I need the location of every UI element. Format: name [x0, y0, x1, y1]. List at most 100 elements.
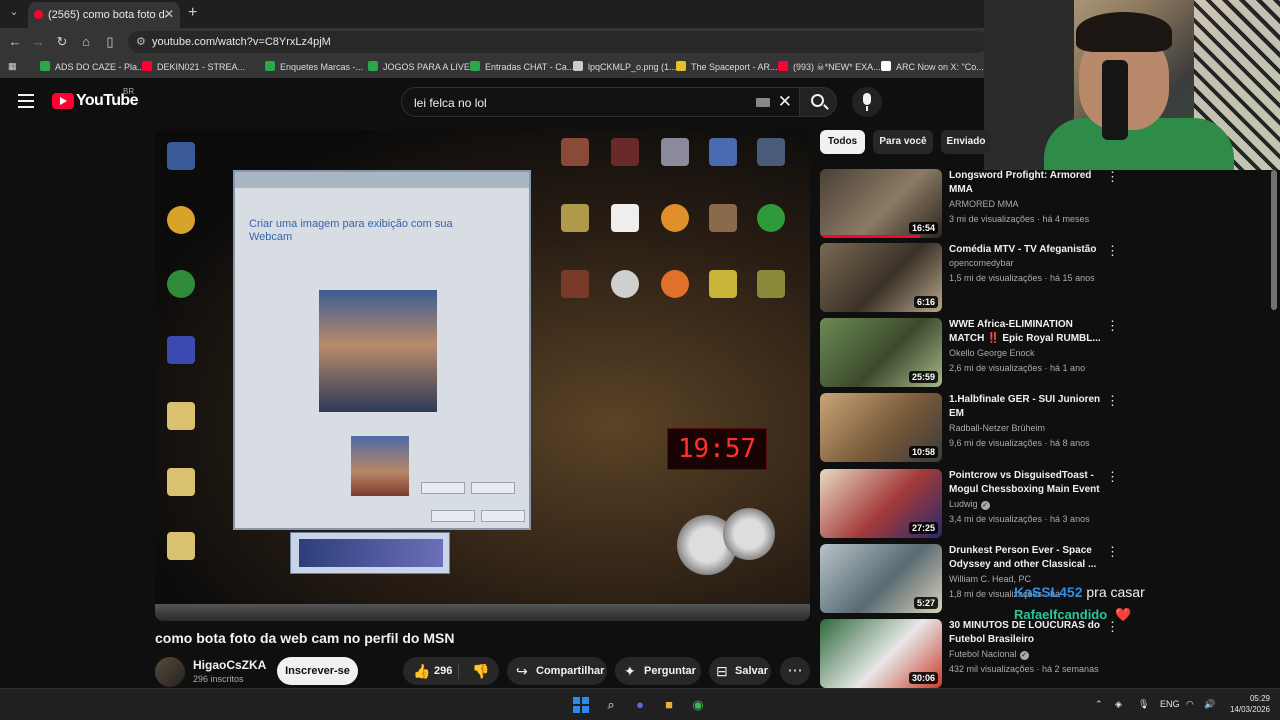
reload-icon[interactable]: ↻	[54, 34, 70, 50]
menu-icon[interactable]	[18, 94, 34, 108]
bookmark-5[interactable]: lpqCKMLP_o.png (1...	[573, 61, 677, 72]
file-explorer-icon[interactable]: ■	[660, 696, 678, 714]
more-options-icon[interactable]: ⋮	[1106, 169, 1119, 185]
channel-avatar[interactable]	[155, 657, 185, 687]
recommendation-item[interactable]: 6:16 Comédia MTV - TV Afeganistão opencome…	[820, 243, 1120, 315]
bookmark-7[interactable]: (993) ☠*NEW* EXA...	[778, 61, 881, 73]
desktop-icon	[611, 138, 639, 166]
windows-start-icon[interactable]	[573, 697, 589, 713]
omnibox[interactable]: ⚙ youtube.com/watch?v=C8YrxLz4pjM	[128, 31, 988, 53]
chrome-icon[interactable]: ◉	[689, 696, 707, 714]
video-thumbnail[interactable]: 16:54	[820, 169, 942, 238]
heart-icon: ❤️	[1115, 607, 1132, 622]
chat-message: KaSSL452 pra casar	[1014, 584, 1145, 600]
recommendation-item[interactable]: 10:58 1.Halbfinale GER - SUI Junioren EM R…	[820, 393, 1120, 465]
bookmark-2[interactable]: Enquetes Marcas -...	[265, 61, 363, 72]
apps-icon[interactable]: ▦	[8, 61, 17, 72]
recommendation-channel[interactable]: opencomedybar	[949, 258, 1014, 268]
recommendation-title[interactable]: 30 MINUTOS DE LOUCURAS do Futebol Brasil…	[949, 619, 1104, 647]
more-options-icon[interactable]: ⋮	[1106, 393, 1119, 409]
language-indicator[interactable]: ENG	[1160, 699, 1180, 709]
recommendation-channel[interactable]: Okello George Enock	[949, 348, 1035, 358]
bookmark-4[interactable]: Entradas CHAT - Ca...	[470, 61, 574, 72]
voice-search-icon[interactable]	[852, 87, 882, 117]
recommendation-item[interactable]: 27:25 Pointcrow vs DisguisedToast - Mogul…	[820, 469, 1120, 541]
bookmark-8[interactable]: ARC Now on X: "Co...	[881, 61, 984, 72]
recommendation-title[interactable]: 1.Halbfinale GER - SUI Junioren EM	[949, 393, 1104, 421]
chip-para-voce[interactable]: Para você	[873, 130, 933, 154]
bookmark-6[interactable]: The Spaceport - AR...	[676, 61, 778, 72]
wifi-icon[interactable]: ◠	[1186, 699, 1194, 710]
bookmark-3[interactable]: JOGOS PARA A LIVE...	[368, 61, 477, 72]
share-label: Compartilhar	[536, 665, 605, 677]
back-icon[interactable]: ←	[7, 34, 23, 50]
chip-todos[interactable]: Todos	[820, 130, 865, 154]
ask-button[interactable]: ✦ Perguntar	[615, 657, 701, 685]
bookmark-0[interactable]: ADS DO CAZE - Pla...	[40, 61, 145, 72]
new-tab-button[interactable]: +	[188, 4, 197, 22]
site-info-icon[interactable]: ⚙	[136, 35, 146, 48]
desktop-icon	[167, 336, 195, 364]
video-thumbnail[interactable]: 30:06	[820, 619, 942, 688]
recommendation-title[interactable]: WWE Africa-ELIMINATION MATCH ‼️ Epic Roy…	[949, 318, 1104, 346]
video-thumbnail[interactable]: 27:25	[820, 469, 942, 538]
video-thumbnail[interactable]: 10:58	[820, 393, 942, 462]
system-clock[interactable]: 05:29 14/03/2026	[1226, 693, 1270, 715]
split-view-icon[interactable]: ▯	[102, 34, 118, 50]
forward-icon[interactable]: →	[30, 34, 46, 50]
mic-tray-icon[interactable]: 🎙	[1138, 699, 1149, 710]
save-button[interactable]: ⊟ Salvar	[709, 657, 771, 685]
chip-enviado[interactable]: Enviado	[941, 130, 991, 154]
url-text[interactable]: youtube.com/watch?v=C8YrxLz4pjM	[152, 36, 331, 48]
channel-name[interactable]: HigaoCsZKA	[193, 658, 266, 672]
video-duration: 27:25	[908, 522, 938, 534]
video-thumbnail[interactable]: 25:59	[820, 318, 942, 387]
browser-tab-active[interactable]: (2565) como bota foto da web... ✕	[28, 2, 180, 28]
video-thumbnail[interactable]: 6:16	[820, 243, 942, 312]
recommendation-meta: 432 mil visualizações · há 2 semanas	[949, 664, 1099, 674]
recommendation-title[interactable]: Comédia MTV - TV Afeganistão	[949, 243, 1104, 257]
recommendation-channel[interactable]: Ludwig ✓	[949, 499, 990, 510]
tab-list-icon[interactable]: ⌄	[6, 5, 22, 21]
recommendation-channel[interactable]: William C. Head, PC	[949, 574, 1031, 584]
dislike-icon[interactable]: 👎	[472, 657, 489, 685]
recommendation-item[interactable]: 5:27 Drunkest Person Ever - Space Odyssey…	[820, 544, 1120, 616]
more-options-icon[interactable]: ⋮	[1106, 318, 1119, 334]
network-tray-icon[interactable]: ◈	[1115, 699, 1122, 710]
search-input[interactable]: lei felca no lol ✕	[401, 87, 801, 117]
recommendation-title[interactable]: Drunkest Person Ever - Space Odyssey and…	[949, 544, 1104, 572]
recommendation-meta: 9,6 mi de visualizações · há 8 anos	[949, 438, 1090, 448]
bookmark-icon	[778, 61, 788, 71]
video-player[interactable]: Criar uma imagem para exibição com sua W…	[155, 130, 810, 621]
clear-search-icon[interactable]: ✕	[778, 92, 792, 112]
volume-icon[interactable]: 🔊	[1204, 699, 1215, 710]
like-icon[interactable]: 👍	[413, 657, 430, 685]
keyboard-icon[interactable]	[756, 98, 770, 107]
home-icon[interactable]: ⌂	[78, 34, 94, 50]
scrollbar[interactable]	[1271, 170, 1277, 310]
subscribe-button[interactable]: Inscrever-se	[277, 657, 358, 685]
recommendation-channel[interactable]: Radball-Netzer Brüheim	[949, 423, 1045, 433]
share-button[interactable]: ↪ Compartilhar	[507, 657, 607, 685]
search-icon[interactable]: ⌕	[602, 696, 620, 714]
more-options-icon[interactable]: ⋮	[1106, 243, 1119, 259]
more-actions-icon[interactable]: ⋯	[780, 657, 810, 685]
recommendation-title[interactable]: Longsword Profight: Armored MMA	[949, 169, 1104, 197]
discord-icon[interactable]: ●	[631, 696, 649, 714]
more-options-icon[interactable]: ⋮	[1106, 469, 1119, 485]
recommendation-title[interactable]: Pointcrow vs DisguisedToast - Mogul Ches…	[949, 469, 1104, 497]
tab-close-icon[interactable]: ✕	[164, 7, 174, 21]
search-button[interactable]	[799, 87, 837, 117]
recommendation-channel[interactable]: ARMORED MMA	[949, 199, 1019, 209]
video-thumbnail[interactable]: 5:27	[820, 544, 942, 613]
tray-chevron-icon[interactable]: ⌃	[1095, 699, 1103, 710]
recommendation-item[interactable]: 25:59 WWE Africa-ELIMINATION MATCH ‼️ Epi…	[820, 318, 1120, 390]
search-query[interactable]: lei felca no lol	[414, 96, 487, 110]
bookmark-1[interactable]: DEKIN021 - STREA...	[142, 61, 245, 72]
recommendation-item[interactable]: 16:54 Longsword Profight: Armored MMA ARMO…	[820, 169, 1120, 241]
recommendation-channel[interactable]: Futebol Nacional ✓	[949, 649, 1029, 660]
more-options-icon[interactable]: ⋮	[1106, 544, 1119, 560]
desktop-icon	[167, 468, 195, 496]
like-count[interactable]: 296	[434, 657, 452, 685]
recommendation-item[interactable]: 30:06 30 MINUTOS DE LOUCURAS do Futebol B…	[820, 619, 1120, 691]
